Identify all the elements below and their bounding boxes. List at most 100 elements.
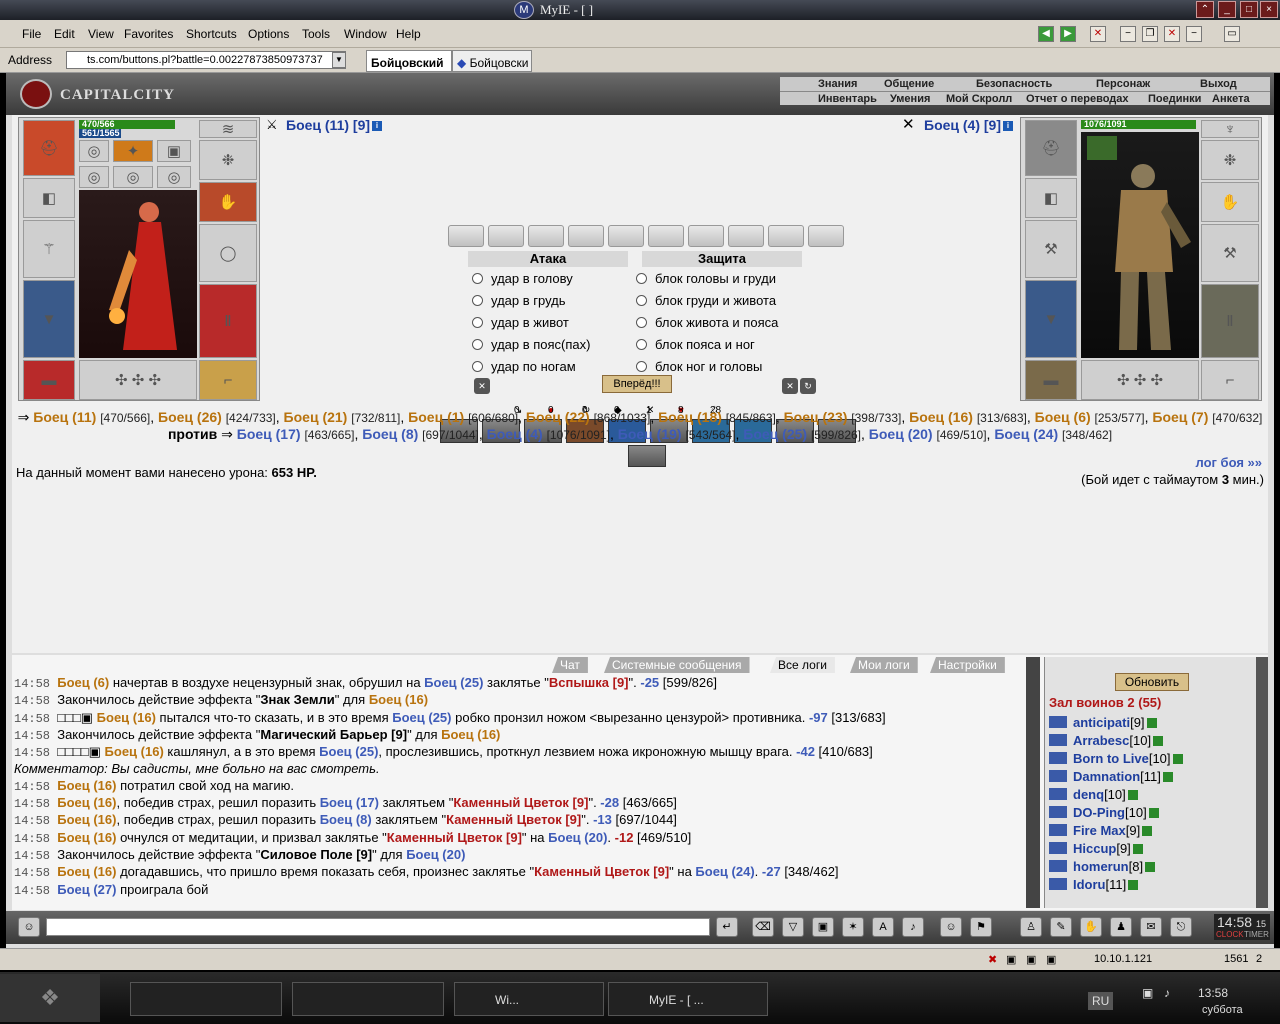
chat-input[interactable] bbox=[46, 918, 710, 936]
scroll-slot-5[interactable] bbox=[608, 225, 644, 247]
fighter-link[interactable]: Боец (24) bbox=[695, 864, 754, 879]
shield-icon[interactable]: ✕ bbox=[474, 378, 490, 394]
user-info-icon[interactable] bbox=[1153, 736, 1164, 746]
fighter-link[interactable]: Боец (25) bbox=[319, 744, 378, 759]
new-page-icon[interactable]: ▭ bbox=[1224, 26, 1240, 42]
radio-icon[interactable] bbox=[472, 339, 483, 350]
menu-edit[interactable]: Edit bbox=[54, 27, 75, 41]
save-icon[interactable]: ▣ bbox=[812, 917, 834, 937]
enemy-axe2-slot[interactable]: ⚒ bbox=[1201, 224, 1259, 282]
menu-options[interactable]: Options bbox=[248, 27, 289, 41]
enemy-pants-slot[interactable]: Ⅱ bbox=[1201, 284, 1259, 358]
user-name[interactable]: homerun bbox=[1073, 859, 1129, 874]
user-info-icon[interactable] bbox=[1162, 772, 1173, 782]
user-name[interactable]: denq bbox=[1073, 787, 1104, 802]
menu-shortcuts[interactable]: Shortcuts bbox=[186, 27, 237, 41]
clock-label[interactable]: CLOCK bbox=[1216, 930, 1244, 939]
radio-icon[interactable] bbox=[636, 317, 647, 328]
taskbar-item-2[interactable] bbox=[292, 982, 444, 1016]
gloves-slot[interactable]: ✋ bbox=[199, 182, 257, 222]
fighter-link[interactable]: Боец (16) bbox=[57, 830, 116, 845]
radio-icon[interactable] bbox=[472, 273, 483, 284]
belt-slot[interactable]: ▬ bbox=[23, 360, 75, 400]
private-message-icon[interactable] bbox=[1049, 716, 1067, 728]
private-message-icon[interactable] bbox=[1049, 806, 1067, 818]
fighter-link[interactable]: Боец (6) bbox=[57, 675, 109, 690]
hand-icon[interactable]: ✋ bbox=[1080, 917, 1102, 937]
enemy-rune-slot-2[interactable]: ❉ bbox=[1201, 140, 1259, 180]
scroll-slot-4[interactable] bbox=[568, 225, 604, 247]
user-name[interactable]: Damnation bbox=[1073, 769, 1140, 784]
tab-bojcovskij-2[interactable]: ◆ Бойцовски bbox=[452, 50, 532, 72]
user-info-icon[interactable] bbox=[1127, 790, 1138, 800]
back-icon[interactable]: ◀ bbox=[1038, 26, 1054, 42]
restore-up-icon[interactable]: ⌃ bbox=[1196, 1, 1214, 18]
rune-slot-2[interactable]: ❉ bbox=[199, 140, 257, 180]
filter-icon[interactable]: ▽ bbox=[782, 917, 804, 937]
fighter-link[interactable]: Боец (25) bbox=[392, 710, 451, 725]
room-user[interactable]: Idoru[11] bbox=[1049, 877, 1139, 892]
enemy-bracer-slot[interactable]: ◧ bbox=[1025, 178, 1077, 218]
room-user[interactable]: Hiccup[9] bbox=[1049, 841, 1143, 856]
minimize-all-icon[interactable]: − bbox=[1186, 26, 1202, 42]
amulet-slot[interactable]: ✦ bbox=[113, 140, 153, 162]
eraser-icon[interactable]: ⌫ bbox=[752, 917, 774, 937]
refresh-button[interactable]: Обновить bbox=[1115, 673, 1189, 691]
attack-option-head[interactable]: удар в голову bbox=[472, 271, 573, 286]
language-indicator[interactable]: RU bbox=[1088, 992, 1114, 1010]
user-name[interactable]: Idoru bbox=[1073, 877, 1106, 892]
boots-slot[interactable]: ⌐ bbox=[199, 360, 257, 400]
room-user[interactable]: homerun[8] bbox=[1049, 859, 1156, 874]
fighter-icon[interactable]: ✶ bbox=[842, 917, 864, 937]
address-input[interactable]: ts.com/buttons.pl?battle=0.0022787385097… bbox=[66, 51, 346, 69]
restore-tab-icon[interactable]: ❐ bbox=[1142, 26, 1158, 42]
scroll-slot-8[interactable] bbox=[728, 225, 764, 247]
private-message-icon[interactable] bbox=[1049, 842, 1067, 854]
nav-znaniya[interactable]: Знания bbox=[818, 78, 857, 90]
user-info-icon[interactable] bbox=[1145, 862, 1156, 872]
enemy-rune-slot-1[interactable]: ♆ bbox=[1201, 120, 1259, 138]
user-info-icon[interactable] bbox=[1172, 754, 1183, 764]
fighter-link[interactable]: Боец (4) bbox=[487, 426, 543, 442]
fighter-link[interactable]: Боец (16) bbox=[97, 710, 156, 725]
stop-icon[interactable]: ✕ bbox=[1090, 26, 1106, 42]
minimize-tab-icon[interactable]: − bbox=[1120, 26, 1136, 42]
player-name[interactable]: Боец (11) [9] i bbox=[286, 117, 383, 133]
fighter-link[interactable]: Боец (20) bbox=[548, 830, 607, 845]
tab-my-logs[interactable]: Мои логи bbox=[850, 657, 918, 673]
private-message-icon[interactable] bbox=[1049, 824, 1067, 836]
clan-icon[interactable]: ⚑ bbox=[970, 917, 992, 937]
forward-button[interactable]: Вперёд!!! bbox=[602, 375, 672, 393]
quest-icon[interactable]: ✎ bbox=[1050, 917, 1072, 937]
forward-icon[interactable]: ▶ bbox=[1060, 26, 1076, 42]
radio-icon[interactable] bbox=[472, 295, 483, 306]
fighter-link[interactable]: Боец (18) bbox=[658, 409, 722, 425]
network-tray-icon[interactable]: ▣ bbox=[1142, 986, 1153, 1000]
room-user[interactable]: denq[10] bbox=[1049, 787, 1138, 802]
user-info-icon[interactable] bbox=[1148, 808, 1159, 818]
block-option-3[interactable]: блок живота и пояса bbox=[636, 315, 778, 330]
attack-option-legs[interactable]: удар по ногам bbox=[472, 359, 576, 374]
fighter-link[interactable]: Боец (20) bbox=[406, 847, 465, 862]
menu-window[interactable]: Window bbox=[344, 27, 387, 41]
block-option-2[interactable]: блок груди и живота bbox=[636, 293, 776, 308]
enemy-info-icon[interactable]: i bbox=[1003, 121, 1014, 132]
room-user[interactable]: Arrabesc[10] bbox=[1049, 733, 1164, 748]
ring-slot-2[interactable]: ◎ bbox=[79, 166, 109, 188]
radio-icon[interactable] bbox=[472, 361, 483, 372]
nav-personazh[interactable]: Персонаж bbox=[1096, 78, 1150, 90]
fighter-link[interactable]: Боец (16) bbox=[105, 744, 164, 759]
helmet-slot[interactable]: ⛑ bbox=[23, 120, 75, 176]
fighter-link[interactable]: Боец (25) bbox=[743, 426, 807, 442]
menu-help[interactable]: Help bbox=[396, 27, 421, 41]
person-icon[interactable]: ♙ bbox=[1020, 917, 1042, 937]
fighter-link[interactable]: Боец (16) bbox=[57, 795, 116, 810]
nav-vyhod[interactable]: Выход bbox=[1200, 78, 1237, 90]
friends-icon[interactable]: ♟ bbox=[1110, 917, 1132, 937]
fighter-link[interactable]: Боец (20) bbox=[869, 426, 933, 442]
fighter-link[interactable]: Боец (27) bbox=[57, 882, 116, 897]
player-info-icon[interactable]: i bbox=[372, 121, 383, 132]
battle-log-link[interactable]: лог боя »» bbox=[1195, 455, 1262, 470]
fighter-link[interactable]: Боец (17) bbox=[320, 795, 379, 810]
volume-tray-icon[interactable]: ♪ bbox=[1164, 986, 1170, 1000]
